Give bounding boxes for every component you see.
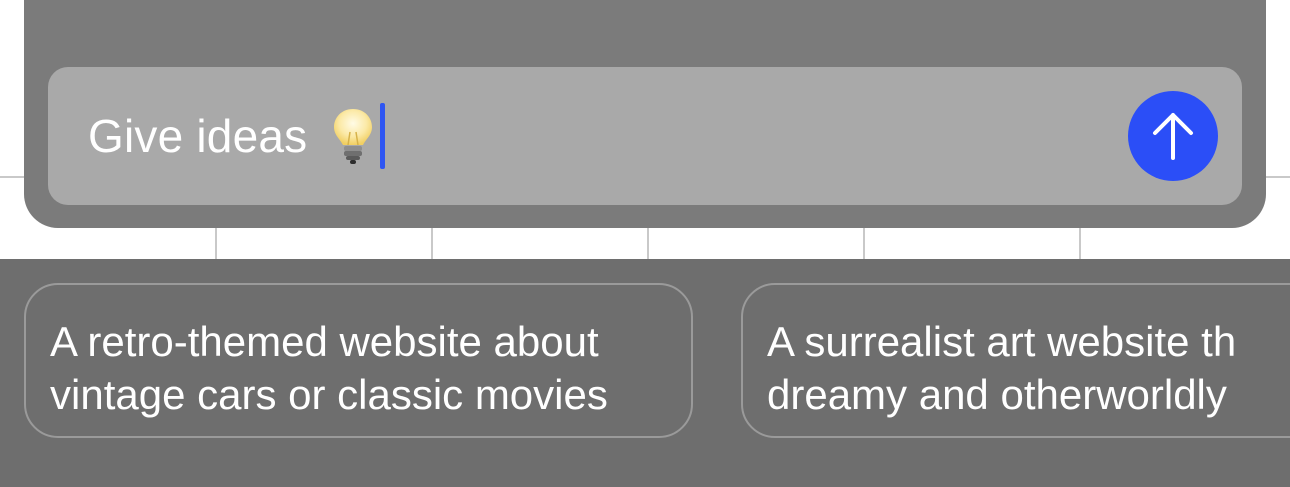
suggestion-list: A retro-themed website about vintage car…	[0, 259, 1290, 487]
prompt-input[interactable]: Give ideas	[48, 67, 1242, 205]
suggestion-text-line: dreamy and otherworldly	[767, 371, 1227, 418]
background-grid-line	[215, 226, 217, 262]
background-grid-line	[863, 226, 865, 262]
suggestion-text-line: vintage cars or classic movies	[50, 371, 608, 418]
background-grid-line	[647, 226, 649, 262]
background-grid-line	[431, 226, 433, 262]
send-button[interactable]	[1128, 91, 1218, 181]
suggestion-text-line: A retro-themed website about	[50, 318, 599, 365]
suggestion-text-line: A surrealist art website th	[767, 318, 1237, 365]
prompt-input-text: Give ideas	[88, 110, 308, 162]
background-grid-line	[1079, 226, 1081, 262]
suggestion-chip[interactable]: A surrealist art website th dreamy and o…	[741, 283, 1290, 438]
suggestion-chip[interactable]: A retro-themed website about vintage car…	[24, 283, 693, 438]
lightbulb-icon	[331, 106, 375, 166]
text-caret	[380, 103, 386, 169]
arrow-up-icon	[1153, 113, 1193, 160]
screen: Give ideas A retro-themed website about …	[0, 0, 1290, 487]
